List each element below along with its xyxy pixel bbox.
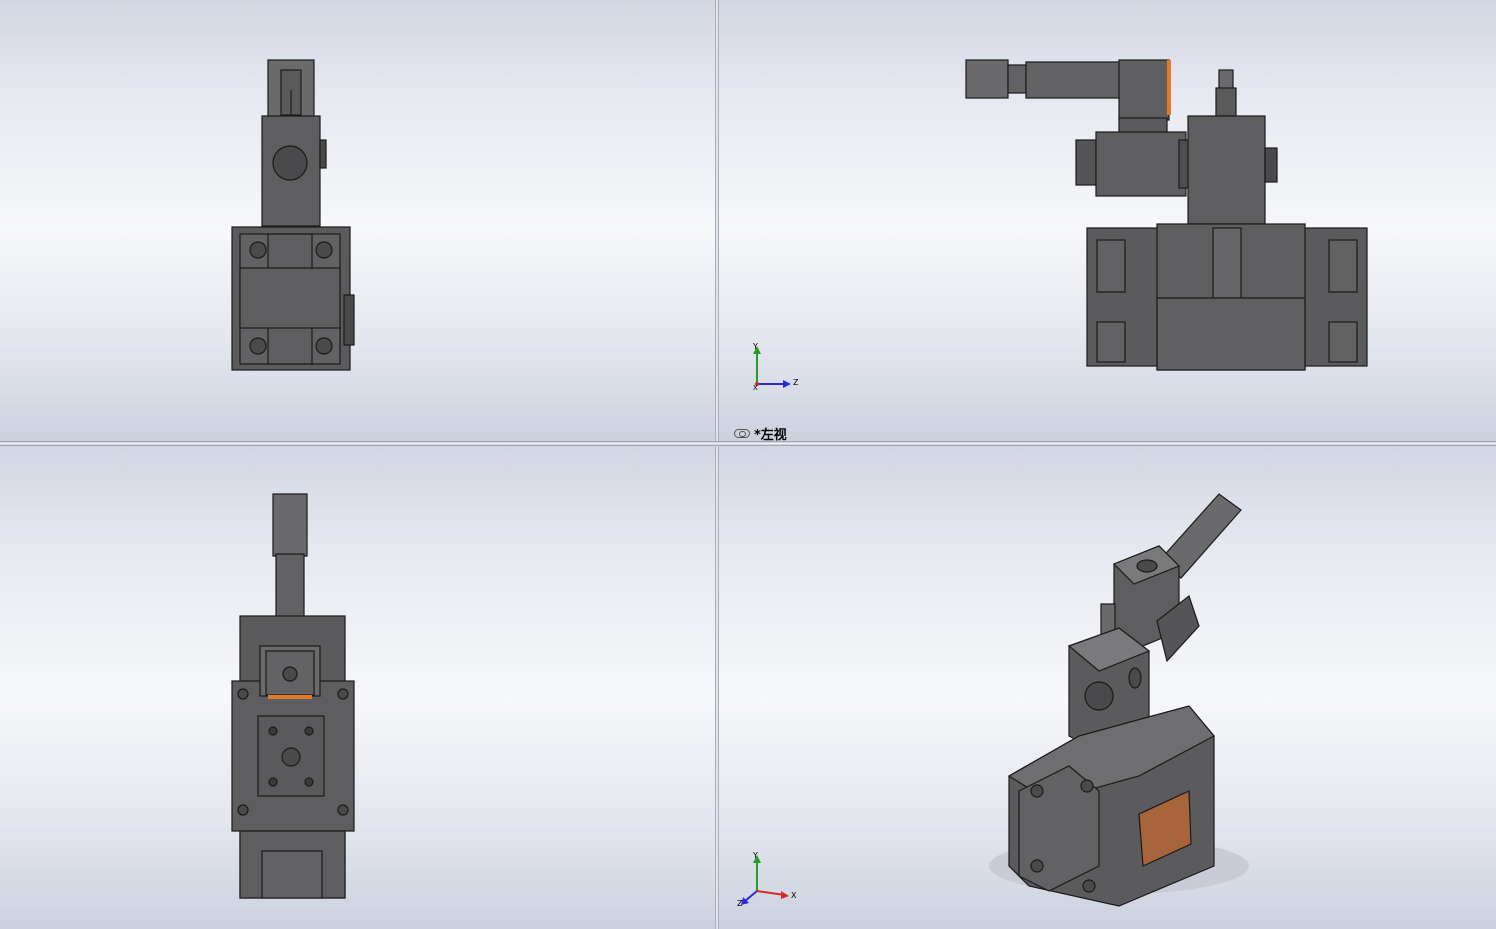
viewport-isometric[interactable]: Y X Z: [719, 446, 1496, 929]
viewport-top[interactable]: [0, 446, 715, 929]
top-view-model: [231, 493, 355, 899]
triad-z-label: Z: [793, 378, 799, 387]
coordinate-triad-left: Y Z X: [737, 340, 817, 400]
viewport-splitter-vertical[interactable]: [715, 0, 719, 929]
coordinate-triad-iso: Y X Z: [737, 851, 817, 911]
triad-iso-x-label: X: [791, 891, 797, 900]
left-view-model: [965, 59, 1368, 371]
triad-iso-y-label: Y: [753, 851, 758, 860]
triad-axes-icon: [753, 346, 791, 388]
viewport-splitter-horizontal[interactable]: [0, 441, 1496, 446]
viewport-left[interactable]: Y Z X *左视: [719, 0, 1496, 441]
triad-iso-z-label: Z: [737, 899, 743, 908]
view-name-label: *左视: [734, 424, 787, 441]
viewport-front[interactable]: [0, 0, 715, 441]
isometric-view-model: [989, 493, 1249, 907]
front-view-model: [231, 59, 355, 371]
triad-iso-axes-icon: [741, 855, 789, 905]
view-name-text: *左视: [754, 428, 787, 441]
link-view-icon[interactable]: [734, 429, 750, 438]
triad-y-label: Y: [753, 342, 758, 351]
triad-x-label: X: [753, 384, 758, 392]
